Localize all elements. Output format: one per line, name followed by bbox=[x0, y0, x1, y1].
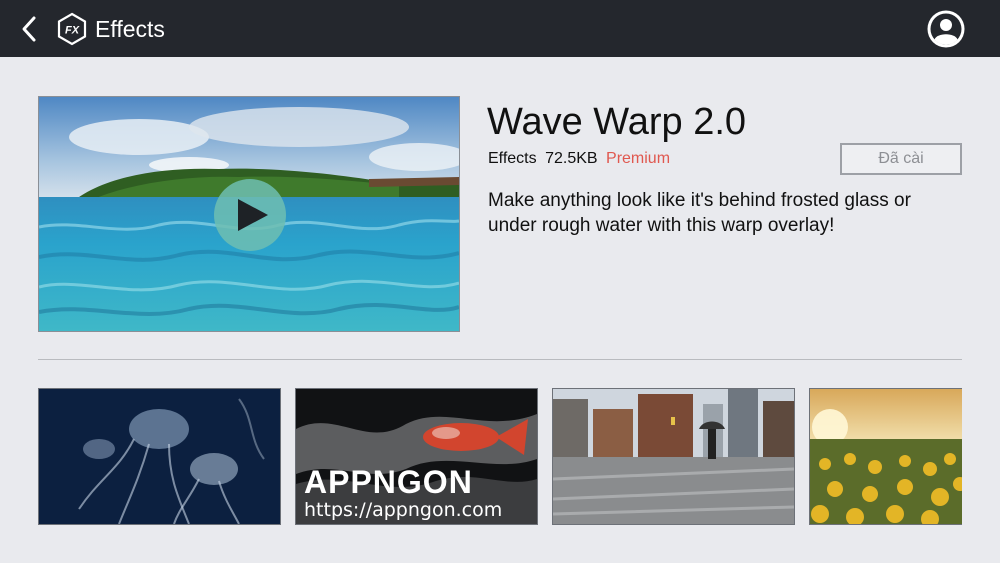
back-chevron-icon[interactable] bbox=[18, 14, 42, 44]
effect-preview[interactable] bbox=[38, 96, 460, 332]
jellyfish-thumbnail[interactable] bbox=[38, 388, 281, 525]
effect-name: Wave Warp 2.0 bbox=[487, 101, 747, 143]
watermark-url: https://appngon.com bbox=[304, 499, 503, 521]
page-title: Effects bbox=[95, 16, 165, 42]
effect-size: 72.5KB bbox=[545, 150, 598, 167]
logo-text: FX bbox=[65, 25, 80, 37]
sunflower-field-thumbnail[interactable] bbox=[809, 388, 962, 525]
installed-button[interactable]: Đã cài bbox=[840, 143, 962, 175]
top-bar: FX Effects bbox=[0, 0, 1000, 57]
play-icon bbox=[238, 199, 268, 231]
play-button[interactable] bbox=[214, 179, 286, 251]
koi-fish-thumbnail[interactable]: APPNGON https://appngon.com bbox=[295, 388, 538, 525]
watermark-brand: APPNGON bbox=[304, 464, 473, 500]
premium-badge: Premium bbox=[606, 150, 671, 167]
fx-hexagon-icon: FX bbox=[56, 12, 88, 46]
effect-description: Make anything look like it's behind fros… bbox=[488, 190, 911, 236]
section-divider bbox=[38, 359, 962, 360]
user-circle-icon[interactable] bbox=[926, 9, 966, 49]
thumbnail-strip: APPNGON https://appngon.com bbox=[38, 388, 962, 526]
rainy-street-thumbnail[interactable] bbox=[552, 388, 795, 525]
effect-meta: Effects 72.5KB Premium bbox=[488, 150, 674, 168]
effect-category: Effects bbox=[488, 150, 537, 167]
watermark: APPNGON https://appngon.com bbox=[304, 465, 502, 521]
